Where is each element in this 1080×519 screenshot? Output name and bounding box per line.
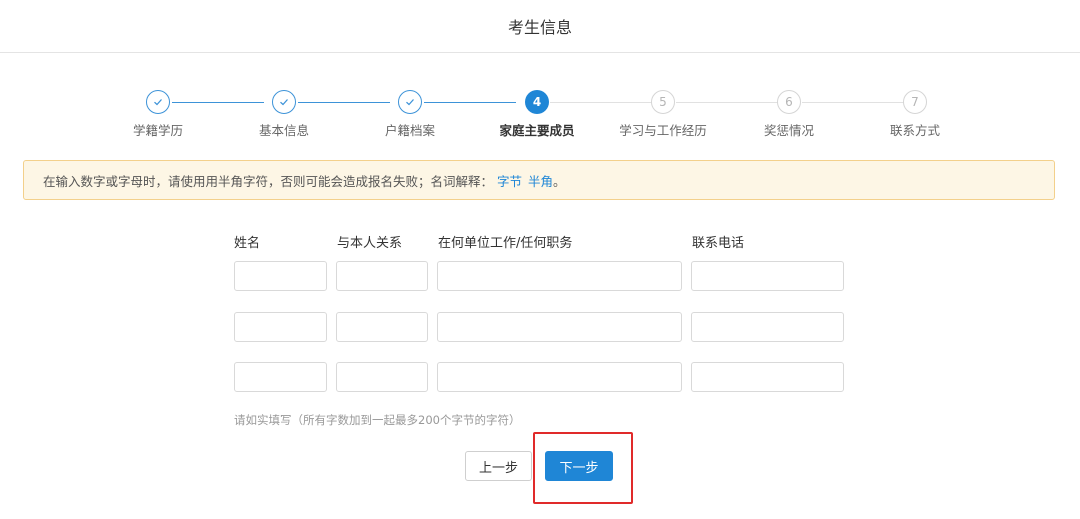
notice-banner: 在输入数字或字母时，请使用用半角字符，否则可能会造成报名失败；名词解释： 字节 … bbox=[23, 160, 1055, 200]
step-number: 5 bbox=[651, 90, 675, 114]
progress-steps: 学籍学历 基本信息 户籍档案 4 家庭主要成员 5 学习与工作经历 6 奖惩情况… bbox=[0, 88, 1080, 138]
step-1: 学籍学历 bbox=[98, 88, 218, 139]
step-number: 6 bbox=[777, 90, 801, 114]
step-6: 6 奖惩情况 bbox=[729, 88, 849, 139]
step-label: 家庭主要成员 bbox=[499, 123, 575, 138]
step-2: 基本信息 bbox=[224, 88, 344, 139]
workplace-input[interactable] bbox=[437, 261, 682, 291]
relation-input[interactable] bbox=[336, 261, 428, 291]
workplace-input[interactable] bbox=[437, 362, 682, 392]
relation-input[interactable] bbox=[336, 362, 428, 392]
column-header-name: 姓名 bbox=[234, 236, 261, 251]
step-7: 7 联系方式 bbox=[855, 88, 975, 139]
check-icon bbox=[146, 90, 170, 114]
prev-step-button[interactable]: 上一步 bbox=[465, 451, 532, 481]
step-label: 奖惩情况 bbox=[763, 123, 814, 138]
step-number: 7 bbox=[903, 90, 927, 114]
page-title: 考生信息 bbox=[507, 18, 572, 37]
notice-text: 在输入数字或字母时，请使用用半角字符，否则可能会造成报名失败；名词解释： bbox=[43, 173, 494, 189]
check-icon bbox=[272, 90, 296, 114]
highlight-box bbox=[533, 432, 633, 504]
step-label: 户籍档案 bbox=[384, 123, 435, 138]
step-label: 基本信息 bbox=[258, 123, 309, 138]
name-input[interactable] bbox=[234, 312, 327, 342]
page-header: 考生信息 bbox=[0, 0, 1080, 53]
step-label: 联系方式 bbox=[889, 123, 940, 138]
step-4: 4 家庭主要成员 bbox=[477, 88, 597, 139]
column-header-phone: 联系电话 bbox=[692, 236, 745, 251]
check-icon bbox=[398, 90, 422, 114]
relation-input[interactable] bbox=[336, 312, 428, 342]
step-number: 4 bbox=[525, 90, 549, 114]
step-5: 5 学习与工作经历 bbox=[603, 88, 723, 139]
byte-link[interactable]: 字节 bbox=[497, 171, 522, 190]
phone-input[interactable] bbox=[691, 362, 844, 392]
column-header-relation: 与本人关系 bbox=[337, 236, 403, 251]
notice-end: 。 bbox=[553, 173, 566, 189]
step-3: 户籍档案 bbox=[350, 88, 470, 139]
step-label: 学习与工作经历 bbox=[619, 123, 707, 138]
half-width-link[interactable]: 半角 bbox=[528, 171, 553, 190]
form-hint: 请如实填写（所有字数加到一起最多200个字节的字符） bbox=[234, 413, 521, 427]
phone-input[interactable] bbox=[691, 312, 844, 342]
phone-input[interactable] bbox=[691, 261, 844, 291]
name-input[interactable] bbox=[234, 362, 327, 392]
step-label: 学籍学历 bbox=[132, 123, 183, 138]
column-header-work: 在何单位工作/任何职务 bbox=[438, 236, 573, 251]
name-input[interactable] bbox=[234, 261, 327, 291]
workplace-input[interactable] bbox=[437, 312, 682, 342]
